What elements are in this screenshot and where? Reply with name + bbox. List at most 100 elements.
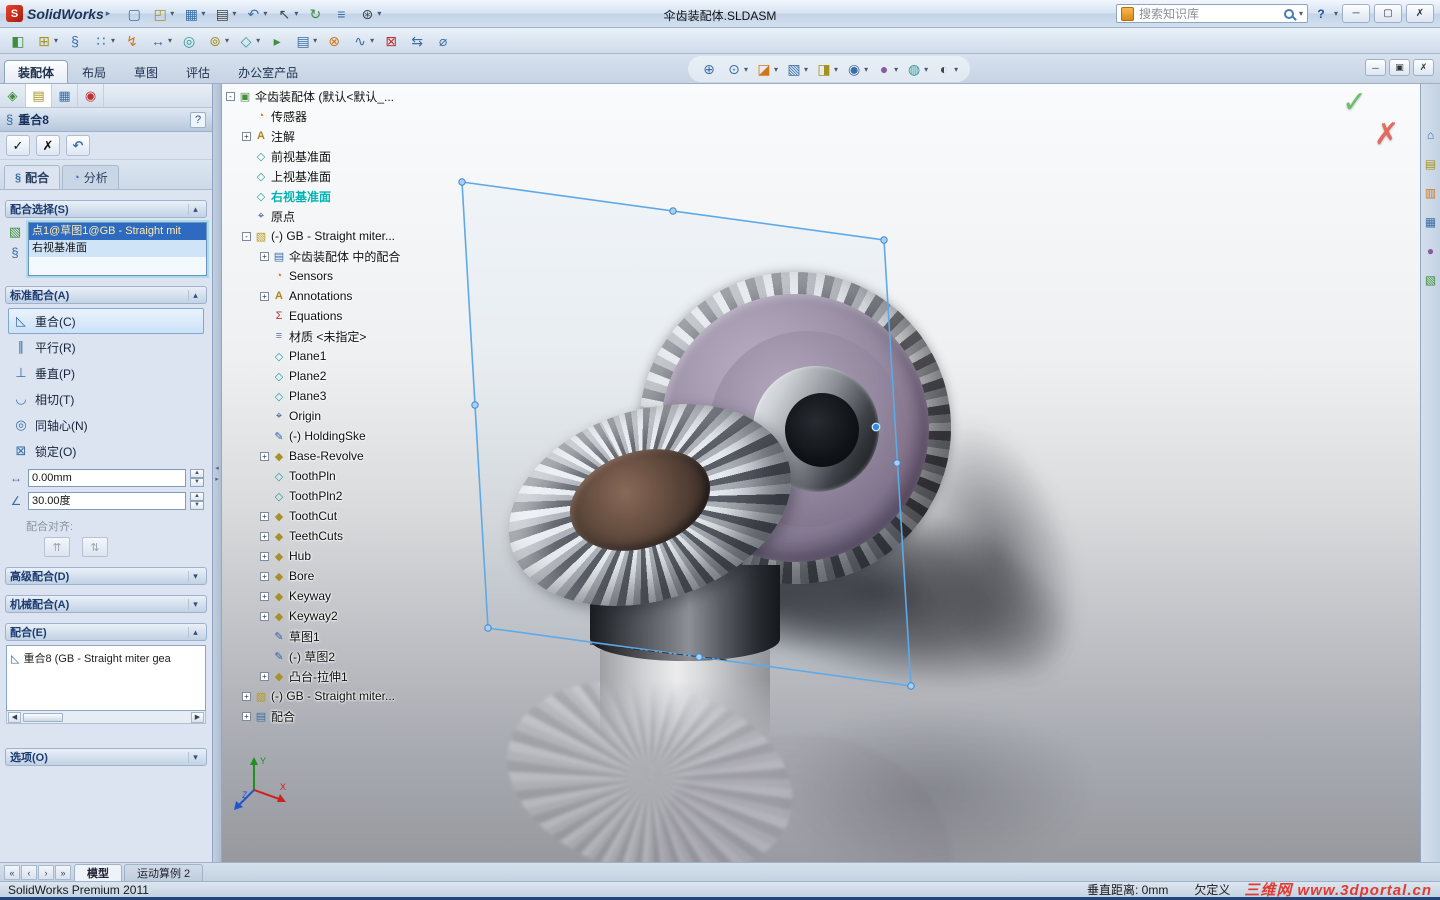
last-study-button[interactable]: » bbox=[55, 865, 71, 880]
tree-expander[interactable]: + bbox=[260, 531, 269, 541]
mate-list-item[interactable]: ◺ 重合8 (GB - Straight miter gea bbox=[11, 650, 201, 666]
help-dropdown-icon[interactable]: ▾ bbox=[1334, 9, 1338, 18]
tree-item[interactable]: ◇ 右视基准面 bbox=[226, 186, 456, 206]
tab-layout[interactable]: 布局 bbox=[68, 60, 120, 83]
tree-item[interactable]: ◇ ToothPln bbox=[226, 466, 456, 486]
selection-handle[interactable] bbox=[907, 682, 915, 690]
file-properties-button[interactable]: ≡ bbox=[329, 3, 353, 25]
collapse-chevron-icon[interactable]: ▴ bbox=[188, 203, 202, 215]
angle-stepper[interactable]: ▲ ▼ bbox=[190, 492, 204, 510]
spin-up-icon[interactable]: ▲ bbox=[190, 469, 204, 478]
tree-item[interactable]: ◇ Plane1 bbox=[226, 346, 456, 366]
tab-assembly[interactable]: 装配体 bbox=[4, 60, 69, 83]
tree-expander[interactable]: + bbox=[260, 251, 269, 261]
undo-button[interactable]: ↶ ▾ bbox=[241, 3, 270, 25]
perpendicular-option[interactable]: ⊥ 垂直(P) bbox=[8, 360, 204, 386]
section-view-button[interactable]: ◪ ▾ bbox=[752, 58, 781, 80]
spin-up-icon[interactable]: ▲ bbox=[190, 492, 204, 501]
section-header-advanced-mates[interactable]: 高级配合(D) ▾ bbox=[5, 567, 207, 585]
select-button[interactable]: ↖ ▾ bbox=[272, 3, 301, 25]
collapse-chevron-icon[interactable]: ▾ bbox=[188, 751, 202, 763]
tab-motion-study-2[interactable]: 运动算例 2 bbox=[124, 864, 204, 881]
tree-item[interactable]: - ▧ (-) GB - Straight miter... bbox=[226, 226, 456, 246]
tree-expander[interactable]: + bbox=[260, 671, 269, 681]
search-box[interactable]: 搜索知识库 ▾ bbox=[1115, 4, 1308, 23]
design-library-icon[interactable]: ▤ bbox=[1425, 157, 1436, 171]
tab-analysis[interactable]: ◔ 分析 bbox=[62, 165, 119, 189]
pm-help-button[interactable]: ? bbox=[190, 111, 206, 128]
splitter-collapse-icon[interactable]: ◂ bbox=[215, 464, 219, 472]
ok-button[interactable]: ✓ bbox=[6, 135, 30, 156]
clearance-verification-button[interactable]: ⇆ bbox=[405, 30, 429, 52]
menu-expand-icon[interactable]: ▸ bbox=[106, 8, 111, 19]
edit-appearance-button[interactable]: ● ▾ bbox=[872, 58, 901, 80]
coincident-option[interactable]: ◺ 重合(C) bbox=[8, 308, 204, 334]
selection-handle[interactable] bbox=[471, 401, 479, 409]
close-button[interactable]: ✗ bbox=[1406, 4, 1434, 23]
zoom-fit-button[interactable]: ⊕ bbox=[697, 58, 721, 80]
section-header-mates-list[interactable]: 配合(E) ▴ bbox=[5, 623, 207, 641]
selection-handle[interactable] bbox=[458, 178, 466, 186]
hide-show-items-button[interactable]: ◉ ▾ bbox=[842, 58, 871, 80]
sketch-plane-outline[interactable] bbox=[461, 181, 912, 687]
collapse-chevron-icon[interactable]: ▴ bbox=[188, 626, 202, 638]
configurationmanager-tab[interactable]: ▦ bbox=[52, 84, 78, 107]
tab-mates[interactable]: § 配合 bbox=[4, 165, 61, 189]
tree-item[interactable]: ⌖ Origin bbox=[226, 406, 456, 426]
tree-item[interactable]: + ◆ ToothCut bbox=[226, 506, 456, 526]
tree-item[interactable]: ⌖ 原点 bbox=[226, 206, 456, 226]
tree-item[interactable]: ✎ 草图1 bbox=[226, 626, 456, 646]
cancel-button[interactable]: ✗ bbox=[36, 135, 60, 156]
tree-expander[interactable]: + bbox=[260, 571, 269, 581]
tree-item[interactable]: ◇ Plane3 bbox=[226, 386, 456, 406]
selection-item-point[interactable]: 点1@草图1@GB - Straight mit bbox=[29, 223, 206, 240]
zoom-area-button[interactable]: ⊙ ▾ bbox=[722, 58, 751, 80]
selection-handle[interactable] bbox=[484, 624, 492, 632]
assembly-features-button[interactable]: ⊚ ▾ bbox=[203, 30, 232, 52]
edit-component-button[interactable]: ◧ bbox=[6, 30, 30, 52]
panel-splitter[interactable]: ◂ ▸ bbox=[213, 84, 222, 862]
linear-component-pattern-button[interactable]: ∷ ▾ bbox=[89, 30, 118, 52]
smart-fasteners-button[interactable]: ↯ bbox=[120, 30, 144, 52]
exploded-view-button[interactable]: ⊗ bbox=[322, 30, 346, 52]
selection-handle[interactable] bbox=[893, 459, 901, 467]
first-study-button[interactable]: « bbox=[4, 865, 20, 880]
appearances-icon[interactable]: ● bbox=[1427, 244, 1434, 258]
tree-item[interactable]: ◇ Plane2 bbox=[226, 366, 456, 386]
print-button[interactable]: ▤ ▾ bbox=[210, 3, 239, 25]
apply-scene-button[interactable]: ◍ ▾ bbox=[902, 58, 931, 80]
section-header-standard-mates[interactable]: 标准配合(A) ▴ bbox=[5, 286, 207, 304]
mate-button[interactable]: § bbox=[63, 30, 87, 52]
tree-expander[interactable]: + bbox=[260, 511, 269, 521]
spin-down-icon[interactable]: ▼ bbox=[190, 501, 204, 510]
interference-detection-button[interactable]: ⊠ bbox=[379, 30, 403, 52]
selection-handle[interactable] bbox=[669, 207, 677, 215]
sketch-point[interactable] bbox=[871, 422, 881, 432]
tree-expander[interactable]: + bbox=[260, 291, 269, 301]
view-palette-icon[interactable]: ▦ bbox=[1425, 215, 1436, 229]
file-explorer-icon[interactable]: ▥ bbox=[1425, 186, 1436, 200]
collapse-chevron-icon[interactable]: ▾ bbox=[188, 570, 202, 582]
spin-down-icon[interactable]: ▼ bbox=[190, 478, 204, 487]
view-orientation-button[interactable]: ▧ ▾ bbox=[782, 58, 811, 80]
previous-study-button[interactable]: ‹ bbox=[21, 865, 37, 880]
next-study-button[interactable]: › bbox=[38, 865, 54, 880]
selection-handle[interactable] bbox=[695, 653, 703, 661]
document-restore-button[interactable]: ▣ bbox=[1389, 59, 1410, 76]
parallel-option[interactable]: ∥ 平行(R) bbox=[8, 334, 204, 360]
tree-expander[interactable]: - bbox=[242, 231, 251, 241]
distance-stepper[interactable]: ▲ ▼ bbox=[190, 469, 204, 487]
tab-sketch[interactable]: 草图 bbox=[120, 60, 172, 83]
aligned-button[interactable]: ⇈ bbox=[44, 537, 70, 557]
tree-expander[interactable]: + bbox=[242, 131, 251, 141]
tree-expander[interactable]: + bbox=[260, 451, 269, 461]
tree-item[interactable]: ✎ (-) 草图2 bbox=[226, 646, 456, 666]
selection-handle[interactable] bbox=[880, 236, 888, 244]
tree-item[interactable]: ✎ (-) HoldingSke bbox=[226, 426, 456, 446]
featuremanager-tab[interactable]: ◈ bbox=[0, 84, 26, 107]
view-settings-button[interactable]: ◐ ▾ bbox=[932, 58, 961, 80]
custom-properties-icon[interactable]: ▧ bbox=[1425, 273, 1436, 287]
confirm-ok-button[interactable]: ✓ bbox=[1342, 88, 1367, 118]
bill-of-materials-button[interactable]: ▤ ▾ bbox=[291, 30, 320, 52]
selection-item-plane[interactable]: 右视基准面 bbox=[29, 240, 206, 257]
